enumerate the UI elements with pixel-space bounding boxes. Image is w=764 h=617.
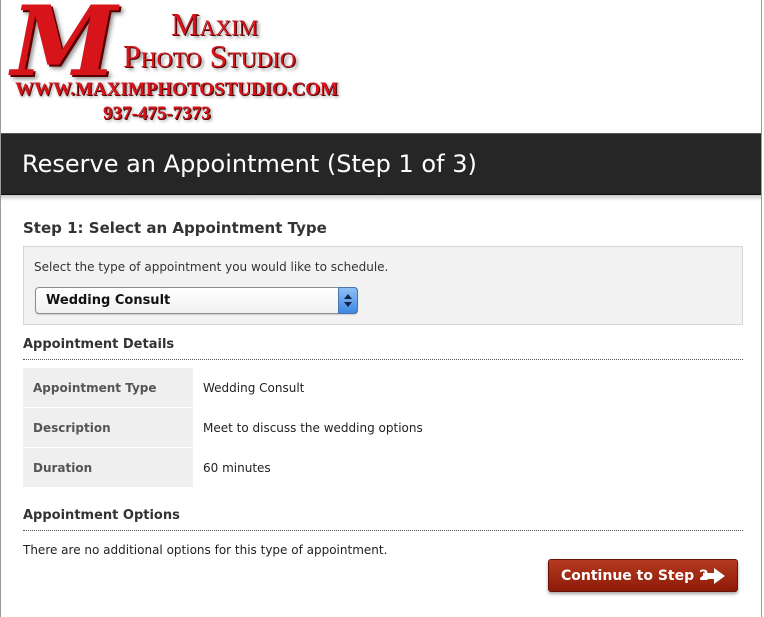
- detail-value: Meet to discuss the wedding options: [193, 407, 743, 448]
- table-row: Description Meet to discuss the wedding …: [23, 407, 743, 448]
- appointment-type-instruction: Select the type of appointment you would…: [34, 260, 389, 274]
- title-band-shadow: [1, 195, 761, 201]
- logo-line1: Maxim: [171, 6, 259, 42]
- continue-button[interactable]: Continue to Step 2: [548, 559, 738, 592]
- studio-logo[interactable]: M Maxim Photo Studio WWW.MAXIMPHOTOSTUDI…: [11, 0, 341, 130]
- details-heading: Appointment Details: [23, 336, 743, 360]
- detail-value: 60 minutes: [193, 447, 743, 488]
- detail-label: Duration: [23, 447, 193, 488]
- updown-arrows-icon[interactable]: [338, 287, 358, 314]
- appointment-type-select[interactable]: Wedding Consult: [35, 287, 358, 314]
- detail-label: Appointment Type: [23, 368, 193, 408]
- logo-url: WWW.MAXIMPHOTOSTUDIO.COM: [15, 79, 339, 100]
- detail-label: Description: [23, 407, 193, 448]
- detail-value: Wedding Consult: [193, 368, 743, 408]
- table-row: Duration 60 minutes: [23, 447, 743, 488]
- arrow-up-icon: [344, 294, 352, 299]
- arrow-right-icon: [703, 568, 725, 584]
- page-title: Reserve an Appointment (Step 1 of 3): [22, 150, 477, 178]
- step-heading: Step 1: Select an Appointment Type: [23, 219, 327, 237]
- options-heading: Appointment Options: [23, 507, 743, 531]
- arrow-down-icon: [344, 302, 352, 307]
- appointment-type-panel: Select the type of appointment you would…: [23, 246, 743, 325]
- logo-line2: Photo Studio: [123, 38, 296, 74]
- table-row: Appointment Type Wedding Consult: [23, 368, 743, 408]
- options-text: There are no additional options for this…: [23, 543, 388, 557]
- logo-initial: M: [11, 0, 117, 98]
- title-band: Reserve an Appointment (Step 1 of 3): [1, 133, 761, 195]
- continue-button-label: Continue to Step 2: [561, 568, 709, 584]
- page: M Maxim Photo Studio WWW.MAXIMPHOTOSTUDI…: [0, 0, 762, 617]
- appointment-type-selected: Wedding Consult: [46, 293, 171, 308]
- logo-phone: 937-475-7373: [103, 103, 211, 124]
- details-table: Appointment Type Wedding Consult Descrip…: [23, 368, 743, 488]
